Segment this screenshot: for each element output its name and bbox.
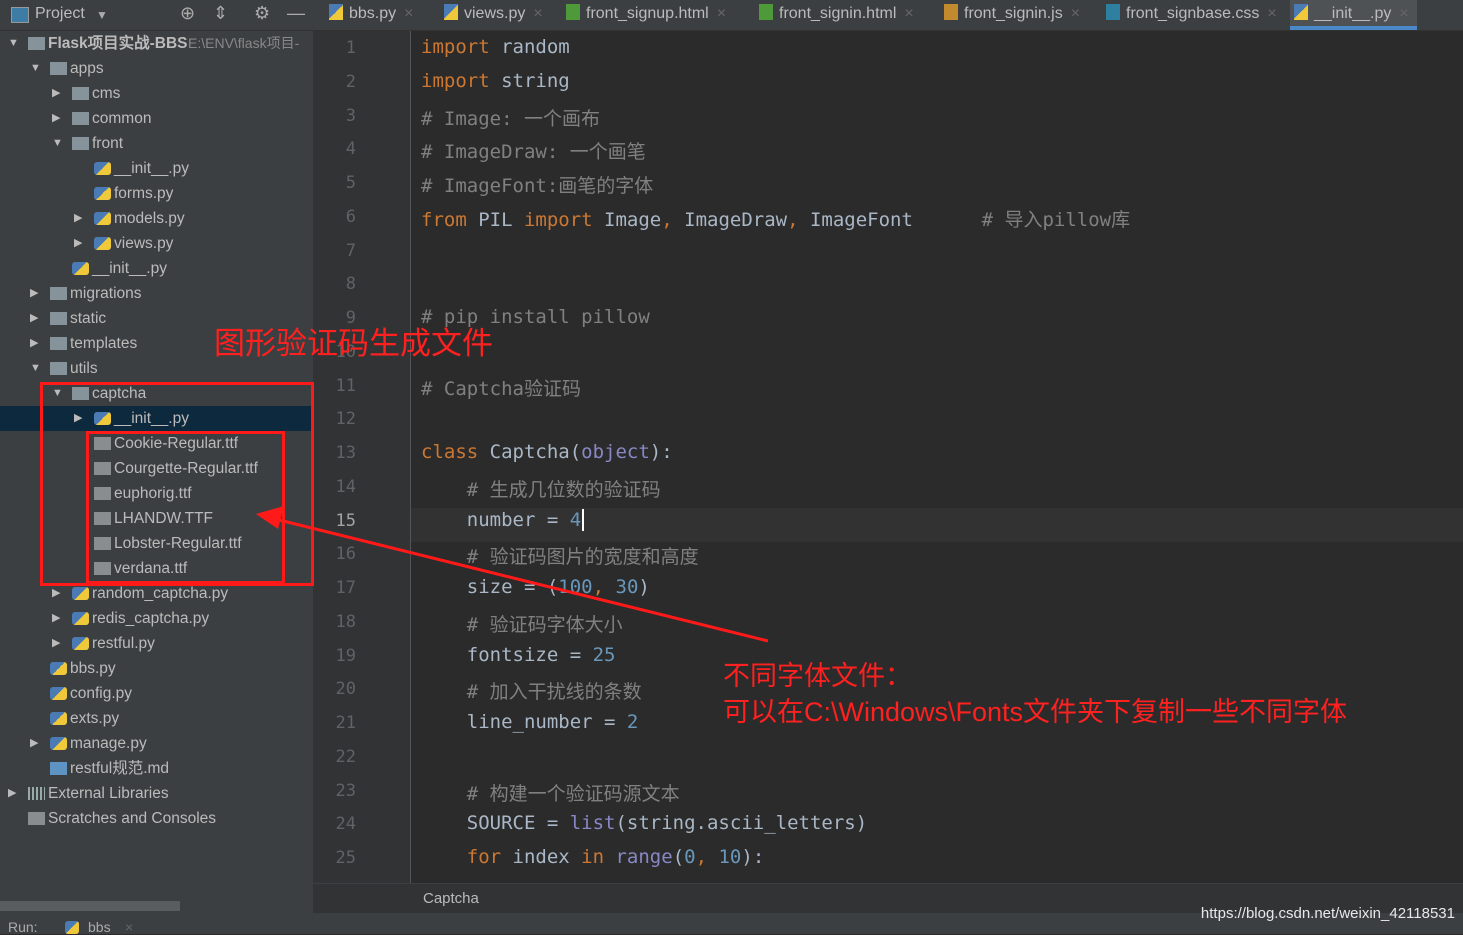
annotation-arrow xyxy=(256,506,769,643)
watermark: https://blog.csdn.net/weixin_42118531 xyxy=(1200,905,1455,922)
